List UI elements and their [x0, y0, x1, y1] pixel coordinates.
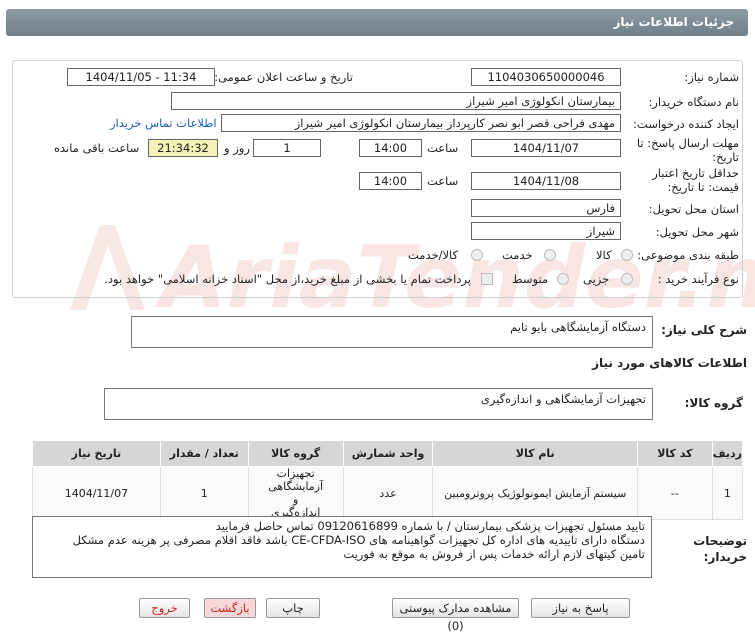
validity-time-label: ساعت — [427, 174, 459, 188]
days-field: 1 — [253, 139, 321, 157]
reply-date-field: 1404/11/07 — [471, 139, 621, 157]
reply-deadline-label: مهلت ارسال پاسخ: تا تاریخ: — [636, 136, 739, 164]
reply-time-field: 14:00 — [359, 139, 422, 157]
cell-date: 1404/11/07 — [32, 466, 161, 520]
page-title: جزئیات اطلاعات نیاز — [613, 15, 734, 29]
summary-box: دستگاه آزمایشگاهی بایو تایم — [131, 316, 653, 348]
col-code-header: کد کالا — [636, 440, 713, 467]
province-label: استان محل تحویل: — [648, 202, 739, 216]
min-validity-label: حداقل تاریخ اعتبار قیمت: تا تاریخ: — [652, 166, 739, 194]
purchase-minor-radio[interactable] — [621, 273, 633, 285]
city-field: شیراز — [471, 222, 621, 240]
buyer-org-label: نام دستگاه خریدار: — [648, 95, 739, 109]
category-service-label: خدمت — [502, 248, 533, 262]
reply-button[interactable]: پاسخ به نیاز — [531, 598, 630, 618]
purchase-medium-radio[interactable] — [557, 273, 569, 285]
col-qty-header: تعداد / مقدار — [159, 440, 249, 467]
table-header-row: ردیف کد کالا نام کالا واحد شمارش گروه کا… — [32, 440, 744, 467]
exit-button[interactable]: خروج — [139, 598, 190, 618]
cell-code: -- — [636, 466, 713, 520]
attachments-button[interactable]: مشاهده مدارک پیوستی (0) — [392, 598, 519, 633]
notes-line: تامین کیتهای لازم ارائه خدمات پس از فروش… — [343, 547, 645, 561]
category-both-label: کالا/خدمت — [408, 248, 459, 262]
goods-table: ردیف کد کالا نام کالا واحد شمارش گروه کا… — [32, 440, 744, 520]
days-label: روز و — [224, 141, 250, 155]
validity-date-field: 1404/11/08 — [471, 172, 621, 190]
goods-section-title: اطلاعات کالاهای مورد نیاز — [592, 356, 747, 370]
cell-qty: 1 — [159, 466, 249, 520]
category-goods-radio[interactable] — [621, 249, 633, 261]
notes-line: دستگاه دارای تاییدیه های اداره کل تجهیزا… — [72, 533, 645, 547]
col-group-header: گروه کالا — [247, 440, 344, 467]
goods-group-box: تجهیزات آزمایشگاهی و اندازه‌گیری — [104, 388, 653, 420]
notes-box: تایید مسئول تجهیزات پزشکی بیمارستان / با… — [32, 516, 652, 578]
cell-name: سیستم آزمایش ایمونولوژیک پروترومبین — [432, 466, 638, 520]
cell-group: تجهیزات آزمایشگاهی و اندازه‌گیری — [247, 466, 344, 520]
remaining-time-field: 21:34:32 — [148, 139, 218, 157]
category-goods-label: کالا — [596, 248, 612, 262]
announce-field: 1404/11/05 - 11:34 — [67, 68, 215, 86]
purchase-medium-label: متوسط — [512, 272, 549, 286]
purchase-type-label: نوع فرآیند خرید : — [657, 272, 739, 286]
validity-time-field: 14:00 — [359, 172, 422, 190]
cell-row: 1 — [711, 466, 744, 520]
notes-label: توضیحات خریدار: — [693, 534, 747, 564]
purchase-minor-label: جزیی — [583, 272, 610, 286]
reply-time-label: ساعت — [427, 141, 459, 155]
treasury-payment-note: پرداخت تمام یا بخشی از مبلغ خرید،از محل … — [104, 272, 471, 286]
city-label: شهر محل تحویل: — [655, 225, 739, 239]
category-both-radio[interactable] — [471, 249, 483, 261]
remaining-label: ساعت باقی مانده — [54, 141, 140, 155]
contact-buyer-link[interactable]: اطلاعات تماس خریدار — [110, 116, 217, 130]
announce-label: تاریخ و ساعت اعلان عمومی: — [214, 70, 353, 84]
col-row-header: ردیف — [711, 440, 744, 467]
buyer-org-field: بیمارستان انکولوژی امیر شیراز — [171, 92, 621, 110]
notes-line: تایید مسئول تجهیزات پزشکی بیمارستان / با… — [215, 519, 645, 533]
summary-label: شرح کلی نیاز: — [661, 323, 747, 337]
cell-unit: عدد — [342, 466, 434, 520]
need-number-field: 1104030650000046 — [471, 68, 621, 86]
creator-label: ایجاد کننده درخواست: — [633, 117, 739, 131]
print-button[interactable]: چاپ — [266, 598, 320, 618]
col-unit-header: واحد شمارش — [342, 440, 434, 467]
table-row[interactable]: 1 -- سیستم آزمایش ایمونولوژیک پروترومبین… — [32, 466, 744, 520]
back-button[interactable]: بازگشت — [204, 598, 256, 618]
creator-field: مهدی فراحی قصر ابو نصر کارپرداز بیمارستا… — [221, 114, 621, 132]
province-field: فارس — [471, 199, 621, 217]
col-date-header: تاریخ نیاز — [32, 440, 161, 467]
col-name-header: نام کالا — [432, 440, 638, 467]
category-service-radio[interactable] — [544, 249, 556, 261]
category-label: طبقه بندی موضوعی: — [637, 248, 739, 262]
goods-group-label: گروه کالا: — [684, 396, 743, 410]
need-number-label: شماره نیاز: — [684, 70, 739, 84]
page-header: جزئیات اطلاعات نیاز — [6, 9, 748, 36]
treasury-payment-checkbox[interactable] — [481, 273, 493, 285]
